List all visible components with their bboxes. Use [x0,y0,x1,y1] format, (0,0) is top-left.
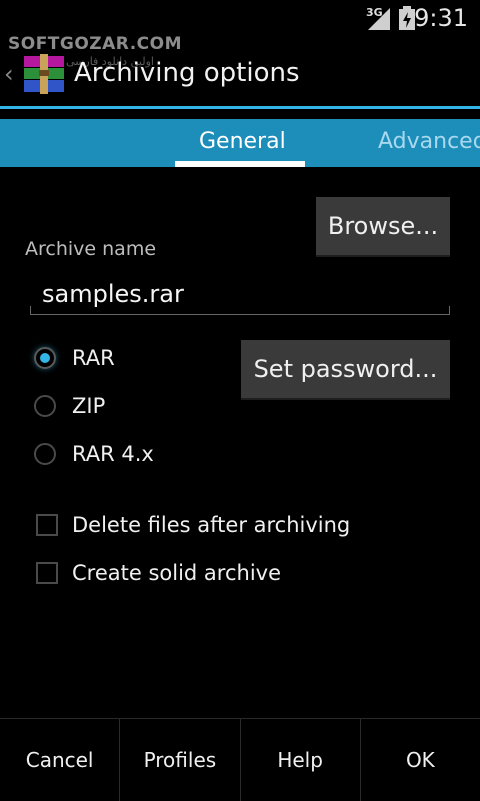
solid-archive-checkbox[interactable] [36,562,58,584]
archive-name-input[interactable]: samples.rar [30,276,450,316]
tab-general[interactable]: General [199,129,286,154]
archive-name-underline [30,314,450,315]
signal-icon [368,8,390,30]
format-rar4-option[interactable]: RAR 4.x [34,442,154,466]
winrar-icon[interactable] [22,52,66,96]
cancel-button[interactable]: Cancel [0,719,121,801]
format-zip-label: ZIP [72,394,106,418]
delete-files-option[interactable]: Delete files after archiving [36,513,350,537]
bottom-button-bar: Cancel Profiles Help OK [0,718,480,801]
help-button[interactable]: Help [241,719,361,801]
back-chevron-icon[interactable]: ‹ [4,60,14,88]
radio-rar4[interactable] [34,443,56,465]
action-bar-divider [0,106,480,109]
clock: 9:31 [414,4,468,32]
solid-archive-label: Create solid archive [72,561,281,585]
page-title: Archiving options [74,58,300,88]
archive-name-underline-right [449,306,450,315]
archive-name-label: Archive name [25,238,157,260]
format-rar-option[interactable]: RAR [34,346,115,370]
format-zip-option[interactable]: ZIP [34,394,105,418]
radio-zip[interactable] [34,395,56,417]
archive-name-underline-left [30,306,31,315]
delete-files-label: Delete files after archiving [72,513,351,537]
format-rar-label: RAR [72,346,115,370]
delete-files-checkbox[interactable] [36,514,58,536]
solid-archive-option[interactable]: Create solid archive [36,561,281,585]
tab-bar: General Advanced [0,119,480,167]
tab-advanced[interactable]: Advanced [378,129,480,154]
profiles-button[interactable]: Profiles [120,719,241,801]
ok-button[interactable]: OK [361,719,480,801]
tab-selected-indicator [175,161,305,167]
radio-rar[interactable] [34,347,56,369]
status-bar: 3G 9:31 [0,0,480,38]
browse-button[interactable]: Browse... [316,197,450,257]
format-rar4-label: RAR 4.x [72,442,154,466]
set-password-button[interactable]: Set password... [241,340,450,400]
